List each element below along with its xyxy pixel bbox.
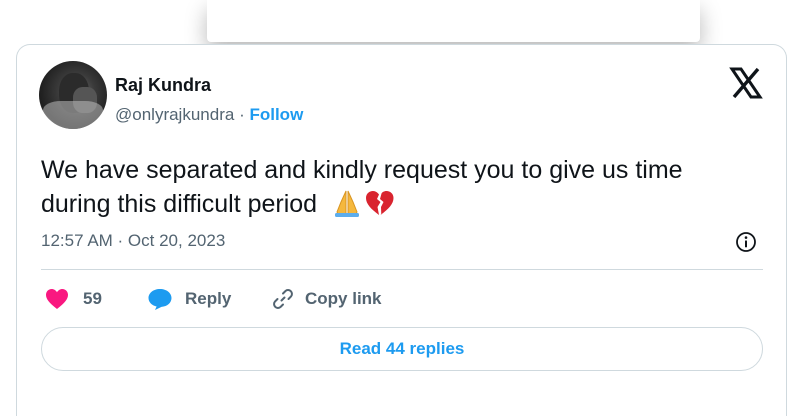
folded-hands-icon — [335, 190, 360, 217]
author-handle-row: @onlyrajkundra · Follow — [115, 105, 303, 125]
copy-link-label: Copy link — [305, 289, 382, 308]
tweet-text: We have separated and kindly request you… — [41, 153, 781, 221]
avatar[interactable] — [39, 61, 107, 129]
tweet-text-line: We have separated and kindly request you… — [41, 156, 683, 184]
tweet-text-line-2: during this difficult period — [41, 190, 318, 218]
author-handle[interactable]: @onlyrajkundra — [115, 105, 234, 124]
broken-heart-icon — [366, 191, 394, 215]
divider — [41, 269, 763, 270]
separator-dot: · — [239, 105, 245, 124]
heart-icon — [46, 289, 68, 309]
reply-label: Reply — [185, 289, 232, 308]
copy-link-button[interactable]: Copy link — [271, 285, 382, 313]
background-card — [207, 0, 700, 42]
read-replies-button[interactable]: Read 44 replies — [41, 327, 763, 371]
like-button[interactable]: 59 — [45, 285, 102, 313]
author-name[interactable]: Raj Kundra — [115, 75, 211, 96]
embedded-tweet: Raj Kundra @onlyrajkundra · Follow We ha… — [16, 44, 787, 416]
follow-link[interactable]: Follow — [249, 105, 303, 124]
reply-button[interactable]: Reply — [147, 285, 231, 313]
like-count: 59 — [83, 289, 102, 308]
info-icon[interactable] — [735, 231, 757, 253]
x-logo-icon[interactable] — [729, 67, 763, 99]
tweet-text-line: during this difficult period — [41, 187, 781, 221]
tweet-timestamp[interactable]: 12:57 AM · Oct 20, 2023 — [41, 231, 225, 251]
reply-bubble-icon — [148, 289, 172, 310]
link-icon — [273, 289, 293, 309]
